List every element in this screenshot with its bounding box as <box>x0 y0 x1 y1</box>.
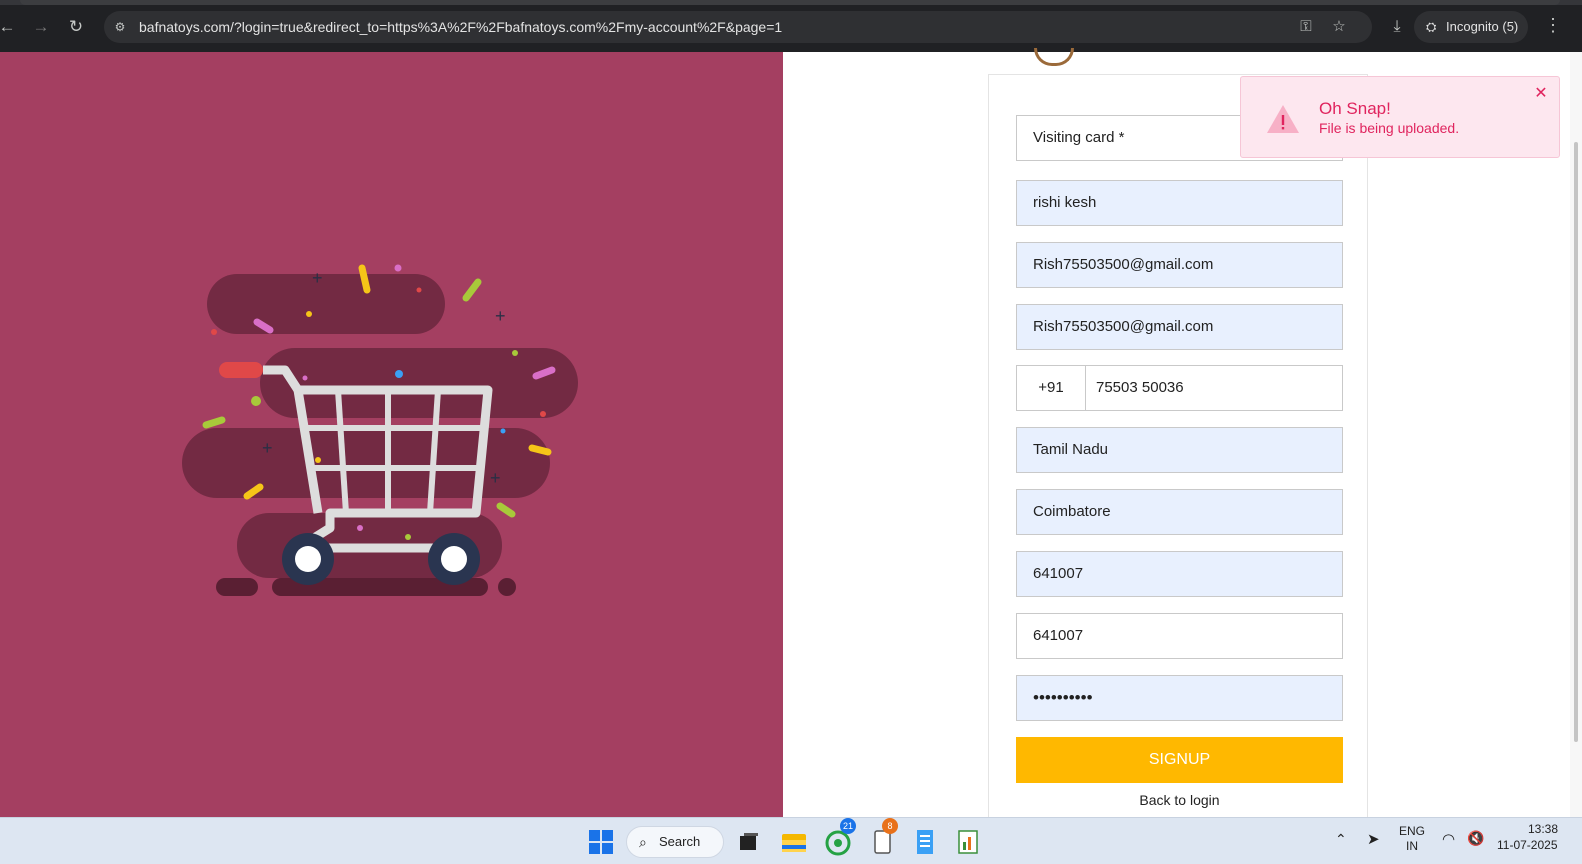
whatsapp-badge: 21 <box>840 818 856 834</box>
password-field[interactable]: •••••••••• <box>1016 675 1343 721</box>
chart-app-icon[interactable] <box>952 826 984 858</box>
browser-toolbar: ← → ↻ ⚙ bafnatoys.com/?login=true&redire… <box>0 0 1582 52</box>
phone-country-code[interactable]: +91 <box>1016 365 1086 411</box>
menu-dots-icon[interactable]: ⋮ <box>1544 14 1562 36</box>
svg-text:+: + <box>312 268 323 288</box>
file-explorer-icon[interactable] <box>778 826 810 858</box>
svg-text:+: + <box>262 438 273 458</box>
svg-text:+: + <box>495 306 506 326</box>
reload-icon[interactable]: ↻ <box>65 16 87 38</box>
volume-muted-icon[interactable]: 🔇 <box>1467 830 1484 847</box>
incognito-label: Incognito (5) <box>1446 19 1519 34</box>
toast-title: Oh Snap! <box>1319 99 1391 118</box>
lang-bottom[interactable]: IN <box>1406 839 1418 853</box>
tab-strip <box>0 0 1582 5</box>
state-field[interactable]: Tamil Nadu <box>1016 427 1343 473</box>
phone-field[interactable]: 75503 50036 <box>1085 365 1343 411</box>
shopping-cart-illustration: + + + + <box>182 264 578 596</box>
incognito-icon: ⛭ <box>1426 19 1437 34</box>
close-icon[interactable]: ✕ <box>1533 83 1549 103</box>
clock-time[interactable]: 13:38 <box>1528 822 1558 836</box>
chevron-up-icon[interactable]: ⌃ <box>1335 831 1347 848</box>
signup-button[interactable]: SIGNUP <box>1016 737 1343 783</box>
windows-taskbar: ⌕ Search 21 8 ⌃ ➤ ENG IN ◠ 🔇 13:38 11-07… <box>0 817 1582 864</box>
city-field[interactable]: Coimbatore <box>1016 489 1343 535</box>
notepad-badge: 8 <box>882 818 898 834</box>
pincode-field[interactable]: 641007 <box>1016 551 1343 597</box>
bookmark-star-icon[interactable]: ☆ <box>1330 18 1348 36</box>
pincode-secondary-field[interactable]: 641007 <box>1016 613 1343 659</box>
site-settings-icon[interactable]: ⚙ <box>112 19 128 35</box>
scrollbar-thumb[interactable] <box>1574 142 1578 742</box>
incognito-button[interactable]: ⛭ Incognito (5) <box>1414 11 1528 43</box>
windows-start-icon[interactable] <box>585 826 617 858</box>
forward-arrow-icon[interactable]: → <box>30 16 52 38</box>
taskbar-search-label: Search <box>659 834 701 849</box>
url-text[interactable]: bafnatoys.com/?login=true&redirect_to=ht… <box>139 19 782 35</box>
lang-top[interactable]: ENG <box>1399 824 1425 838</box>
download-icon[interactable]: ⤓ <box>1386 16 1408 38</box>
search-icon: ⌕ <box>639 834 647 850</box>
back-to-login-link[interactable]: Back to login <box>1016 792 1343 808</box>
warning-icon <box>1267 105 1299 133</box>
wifi-icon[interactable]: ◠ <box>1442 830 1455 848</box>
password-key-icon[interactable]: ⚿ <box>1297 18 1315 36</box>
notes-icon[interactable] <box>909 826 941 858</box>
back-arrow-icon[interactable]: ← <box>0 16 18 38</box>
error-toast: Oh Snap! File is being uploaded. ✕ <box>1240 76 1560 158</box>
task-view-icon[interactable] <box>732 826 764 858</box>
name-field[interactable]: rishi kesh <box>1016 180 1343 226</box>
clock-date[interactable]: 11-07-2025 <box>1497 838 1558 852</box>
email-field[interactable]: Rish75503500@gmail.com <box>1016 242 1343 288</box>
toast-message: File is being uploaded. <box>1319 120 1460 136</box>
address-bar[interactable]: ⚙ bafnatoys.com/?login=true&redirect_to=… <box>104 11 1372 43</box>
taskbar-search[interactable]: ⌕ Search <box>626 826 724 858</box>
svg-text:+: + <box>490 468 501 488</box>
location-icon[interactable]: ➤ <box>1367 830 1380 848</box>
email-confirm-field[interactable]: Rish75503500@gmail.com <box>1016 304 1343 350</box>
